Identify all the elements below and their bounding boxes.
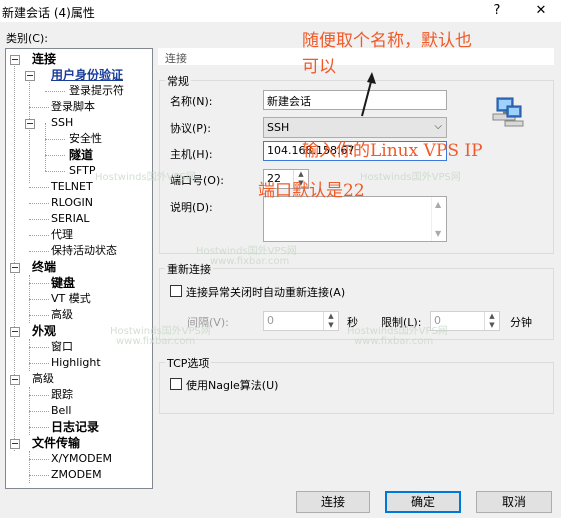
tree-item-bell[interactable]: Bell — [51, 404, 71, 419]
tree-item-ssh[interactable]: SSH — [51, 116, 73, 131]
watermark: Hostwinds国外VPS网 — [360, 172, 461, 183]
cancel-button[interactable]: 取消 — [476, 491, 552, 513]
watermark: Hostwinds国外VPS网 — [110, 326, 211, 337]
help-button[interactable]: ? — [487, 2, 507, 20]
general-legend: 常规 — [165, 73, 191, 89]
tree-item-trace[interactable]: 跟踪 — [51, 388, 73, 403]
tree-item-tunnel[interactable]: 隧道 — [69, 148, 93, 163]
watermark-url: www.fixbar.com — [354, 336, 434, 347]
tree-item-highlight[interactable]: Highlight — [51, 356, 101, 371]
tree-item-logging[interactable]: 日志记录 — [51, 420, 99, 435]
tree-item-security[interactable]: 安全性 — [69, 132, 102, 147]
tree-item-keyboard[interactable]: 键盘 — [51, 276, 75, 291]
interval-stepper[interactable]: ▲ ▼ — [323, 312, 338, 330]
tree-item-login-script[interactable]: 登录脚本 — [51, 100, 95, 115]
tree-item-terminal[interactable]: 终端 — [32, 260, 56, 275]
tree-item-proxy[interactable]: 代理 — [51, 228, 73, 243]
tree-item-sftp[interactable]: SFTP — [69, 164, 95, 179]
annotation-port: 端口默认是22 — [258, 181, 365, 201]
tree-item-appearance[interactable]: 外观 — [32, 324, 56, 339]
auto-reconnect-label: 连接异常关闭时自动重新连接(A) — [186, 286, 346, 299]
watermark-url: www.fixbar.com — [116, 336, 196, 347]
tree-item-user-auth[interactable]: 用户身份验证 — [51, 68, 123, 83]
nagle-checkbox[interactable] — [170, 378, 182, 390]
collapse-icon[interactable] — [10, 439, 20, 449]
nagle-label: 使用Nagle算法(U) — [186, 379, 279, 392]
connect-button[interactable]: 连接 — [296, 491, 370, 513]
annotation-name-line2: 可以 — [302, 57, 336, 77]
minutes-label: 分钟 — [510, 316, 532, 329]
scroll-up-icon[interactable]: ▲ — [435, 200, 441, 209]
category-tree[interactable]: 连接 用户身份验证 登录提示符 登录脚本 SSH 安全性 隧道 SFTP TEL… — [5, 48, 153, 489]
chevron-down-icon: ⌵ — [434, 121, 442, 132]
tree-item-serial[interactable]: SERIAL — [51, 212, 89, 227]
name-label: 名称(N): — [170, 95, 213, 108]
annotation-name-line1: 随便取个名称，默认也 — [302, 31, 472, 51]
collapse-icon[interactable] — [10, 375, 20, 385]
watermark: Hostwinds国外VPS网 — [196, 246, 297, 257]
collapse-icon[interactable] — [25, 71, 35, 81]
annotation-arrow-icon — [361, 72, 376, 117]
tree-item-keepalive[interactable]: 保持活动状态 — [51, 244, 117, 259]
protocol-label: 协议(P): — [170, 122, 211, 135]
host-label: 主机(H): — [170, 148, 213, 161]
reconnect-legend: 重新连接 — [165, 261, 213, 277]
tree-item-login-prompts[interactable]: 登录提示符 — [69, 84, 124, 99]
collapse-icon[interactable] — [10, 263, 20, 273]
panel-title: 连接 — [165, 52, 187, 65]
limit-stepper[interactable]: ▲ ▼ — [484, 312, 499, 330]
window-title: 新建会话 (4)属性 — [2, 6, 95, 20]
description-textarea[interactable]: ▲ ▼ — [263, 196, 447, 242]
tree-item-rlogin[interactable]: RLOGIN — [51, 196, 93, 211]
collapse-icon[interactable] — [10, 327, 20, 337]
tree-item-xymodem[interactable]: X/YMODEM — [51, 452, 112, 467]
description-scrollbar[interactable]: ▲ ▼ — [431, 197, 446, 241]
tree-item-terminal-advanced[interactable]: 高级 — [51, 308, 73, 323]
tcp-legend: TCP选项 — [165, 355, 212, 371]
tree-item-advanced[interactable]: 高级 — [32, 372, 54, 387]
tree-item-vt-mode[interactable]: VT 模式 — [51, 292, 91, 307]
scroll-down-icon[interactable]: ▼ — [435, 229, 441, 238]
annotation-host: 输入你的Linux VPS IP — [302, 141, 483, 161]
protocol-value: SSH — [267, 121, 290, 134]
tree-item-file-transfer[interactable]: 文件传输 — [32, 436, 80, 451]
interval-input[interactable]: 0 ▲ ▼ — [263, 311, 339, 331]
ok-button[interactable]: 确定 — [385, 491, 461, 513]
category-label: 类别(C): — [6, 32, 48, 45]
watermark: Hostwinds国外VPS网 — [95, 172, 196, 183]
protocol-select[interactable]: SSH ⌵ — [263, 117, 447, 138]
tree-item-window[interactable]: 窗口 — [51, 340, 73, 355]
tree-item-connection[interactable]: 连接 — [32, 52, 56, 67]
auto-reconnect-checkbox[interactable] — [170, 285, 182, 297]
watermark: Hostwinds国外VPS网 — [347, 326, 448, 337]
title-bar: 新建会话 (4)属性 ? ✕ — [0, 0, 561, 22]
interval-value: 0 — [267, 314, 274, 327]
collapse-icon[interactable] — [25, 119, 35, 129]
description-label: 说明(D): — [170, 201, 213, 214]
watermark-url: www.fixbar.com — [210, 256, 290, 267]
tree-item-zmodem[interactable]: ZMODEM — [51, 468, 102, 483]
collapse-icon[interactable] — [10, 55, 20, 65]
computer-network-icon — [492, 97, 524, 127]
tree-item-telnet[interactable]: TELNET — [51, 180, 93, 195]
close-button[interactable]: ✕ — [531, 2, 551, 20]
